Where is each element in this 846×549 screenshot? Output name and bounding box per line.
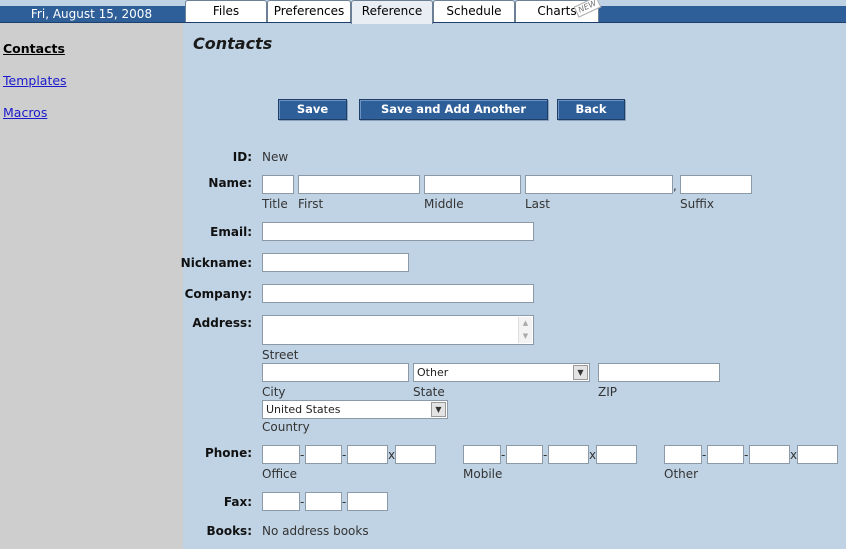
dash: - <box>702 448 707 462</box>
dash: - <box>300 495 305 509</box>
city-caption: City <box>262 385 286 399</box>
mobile-phone-area[interactable] <box>463 445 501 464</box>
sidebar-item-templates[interactable]: Templates <box>3 73 67 88</box>
tab-charts[interactable]: Charts NEW <box>515 0 602 22</box>
chevron-down-icon[interactable]: ▼ <box>573 365 588 380</box>
mobile-phone-ext[interactable] <box>596 445 637 464</box>
save-and-add-another-button[interactable]: Save and Add Another <box>359 99 548 120</box>
new-badge: NEW <box>573 0 602 18</box>
id-label: ID: <box>232 150 252 164</box>
dash: - <box>543 448 548 462</box>
tab-label: Reference <box>361 4 423 18</box>
zip-caption: ZIP <box>598 385 617 399</box>
back-button[interactable]: Back <box>557 99 625 120</box>
fax-label: Fax: <box>223 495 252 509</box>
chevron-down-icon[interactable]: ▼ <box>431 402 446 417</box>
fax-prefix[interactable] <box>305 492 342 511</box>
top-bar: Fri, August 15, 2008 Files Preferences R… <box>0 0 846 24</box>
books-value: No address books <box>262 524 369 538</box>
office-phone-line[interactable] <box>347 445 388 464</box>
mobile-phone-prefix[interactable] <box>506 445 543 464</box>
tab-files[interactable]: Files <box>185 0 267 22</box>
nickname-label: Nickname: <box>180 256 252 270</box>
sidebar-item-macros[interactable]: Macros <box>3 105 47 120</box>
email-label: Email: <box>210 225 252 239</box>
state-select-value: Other <box>417 366 449 379</box>
name-suffix-input[interactable] <box>680 175 752 194</box>
company-field[interactable] <box>262 284 534 303</box>
tab-label: Preferences <box>273 4 345 18</box>
name-first-input[interactable] <box>298 175 420 194</box>
dash: - <box>300 448 305 462</box>
tab-label: Schedule <box>446 4 502 18</box>
company-label: Company: <box>184 287 252 301</box>
other-phone-area[interactable] <box>664 445 702 464</box>
country-select[interactable]: United States ▼ <box>262 400 448 419</box>
street-caption: Street <box>262 348 299 362</box>
other-phone-line[interactable] <box>749 445 790 464</box>
dash: - <box>744 448 749 462</box>
nickname-field[interactable] <box>262 253 409 272</box>
state-select[interactable]: Other ▼ <box>413 363 590 382</box>
tab-schedule[interactable]: Schedule <box>433 0 515 22</box>
tab-label: Charts <box>537 4 577 18</box>
name-title-input[interactable] <box>262 175 294 194</box>
country-select-value: United States <box>266 403 341 416</box>
tab-label: Files <box>212 4 240 18</box>
mobile-phone-line[interactable] <box>548 445 589 464</box>
name-comma: , <box>673 179 677 193</box>
name-middle-caption: Middle <box>424 197 464 211</box>
other-caption: Other <box>664 467 699 481</box>
fax-area[interactable] <box>262 492 300 511</box>
sidebar-item-contacts[interactable]: Contacts <box>3 41 65 56</box>
street-textarea[interactable]: ▲ ▼ <box>262 315 534 345</box>
fax-line[interactable] <box>347 492 388 511</box>
phone-label: Phone: <box>204 446 252 460</box>
name-middle-input[interactable] <box>424 175 521 194</box>
name-first-caption: First <box>298 197 324 211</box>
sidebar: Contacts Templates Macros <box>0 23 183 549</box>
tab-preferences[interactable]: Preferences <box>267 0 351 22</box>
books-label: Books: <box>206 524 252 538</box>
zip-field[interactable] <box>598 363 720 382</box>
office-phone-ext[interactable] <box>395 445 436 464</box>
office-phone-prefix[interactable] <box>305 445 342 464</box>
name-label: Name: <box>208 176 252 190</box>
tab-reference[interactable]: Reference <box>351 0 433 24</box>
office-caption: Office <box>262 467 298 481</box>
current-date: Fri, August 15, 2008 <box>30 7 153 21</box>
scroll-down-icon[interactable]: ▼ <box>519 330 532 343</box>
city-field[interactable] <box>262 363 409 382</box>
name-title-caption: Title <box>262 197 288 211</box>
name-suffix-caption: Suffix <box>680 197 714 211</box>
other-phone-ext[interactable] <box>797 445 838 464</box>
country-caption: Country <box>262 420 310 434</box>
address-label: Address: <box>192 316 252 330</box>
dash: - <box>342 448 347 462</box>
dash: - <box>501 448 506 462</box>
email-field[interactable] <box>262 222 534 241</box>
save-button[interactable]: Save <box>278 99 347 120</box>
dash: - <box>342 495 347 509</box>
office-phone-area[interactable] <box>262 445 300 464</box>
textarea-scrollbar[interactable]: ▲ ▼ <box>518 317 532 343</box>
mobile-caption: Mobile <box>463 467 503 481</box>
state-caption: State <box>413 385 445 399</box>
other-phone-prefix[interactable] <box>707 445 744 464</box>
name-last-input[interactable] <box>525 175 673 194</box>
page-title: Contacts <box>193 34 273 53</box>
name-last-caption: Last <box>525 197 550 211</box>
scroll-up-icon[interactable]: ▲ <box>519 317 532 330</box>
id-value: New <box>262 150 289 164</box>
